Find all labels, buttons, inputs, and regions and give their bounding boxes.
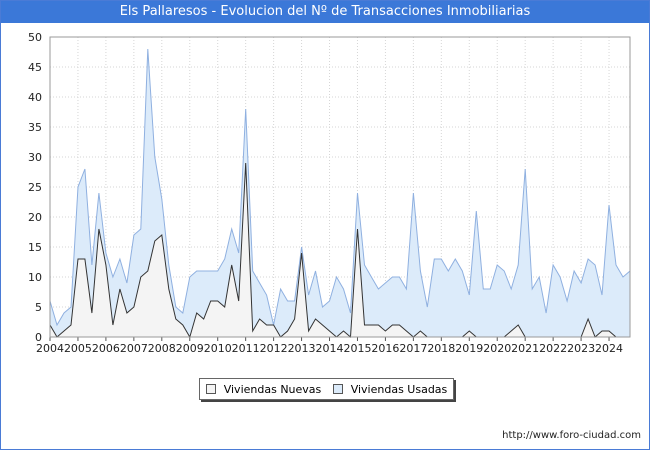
legend-swatch-usadas <box>332 384 343 394</box>
x-tick-label: 2004 <box>36 342 64 355</box>
y-tick-label: 45 <box>28 61 42 74</box>
legend-label-nuevas: Viviendas Nuevas <box>223 382 322 396</box>
y-tick-label: 10 <box>28 271 42 284</box>
x-tick-label: 2016 <box>371 342 399 355</box>
x-tick-label: 2011 <box>232 342 260 355</box>
y-tick-label: 5 <box>35 301 42 314</box>
x-tick-label: 2024 <box>595 342 623 355</box>
x-tick-label: 2023 <box>567 342 595 355</box>
x-tick-label: 2007 <box>120 342 148 355</box>
y-tick-label: 25 <box>28 181 42 194</box>
legend: Viviendas Nuevas Viviendas Usadas <box>199 378 454 400</box>
source-link[interactable]: http://www.foro-ciudad.com <box>502 430 641 441</box>
x-tick-label: 2020 <box>483 342 511 355</box>
x-tick-label: 2005 <box>64 342 92 355</box>
legend-item-usadas: Viviendas Usadas <box>332 382 448 396</box>
x-tick-label: 2009 <box>176 342 204 355</box>
x-tick-label: 2012 <box>260 342 288 355</box>
legend-item-nuevas: Viviendas Nuevas <box>205 382 322 396</box>
x-tick-label: 2021 <box>511 342 539 355</box>
y-tick-label: 30 <box>28 151 42 164</box>
x-tick-label: 2010 <box>204 342 232 355</box>
x-tick-label: 2015 <box>343 342 371 355</box>
x-tick-label: 2008 <box>148 342 176 355</box>
x-tick-label: 2014 <box>316 342 344 355</box>
y-tick-label: 20 <box>28 211 42 224</box>
x-tick-label: 2006 <box>92 342 120 355</box>
x-tick-label: 2019 <box>455 342 483 355</box>
x-tick-label: 2013 <box>288 342 316 355</box>
chart-frame: Els Pallaresos - Evolucion del Nº de Tra… <box>0 0 650 450</box>
x-tick-label: 2018 <box>427 342 455 355</box>
y-tick-label: 50 <box>28 31 42 44</box>
y-tick-label: 15 <box>28 241 42 254</box>
x-tick-label: 2022 <box>539 342 567 355</box>
x-tick-label: 2017 <box>399 342 427 355</box>
legend-label-usadas: Viviendas Usadas <box>350 382 448 396</box>
legend-swatch-nuevas <box>205 384 216 394</box>
y-tick-label: 40 <box>28 91 42 104</box>
y-tick-label: 35 <box>28 121 42 134</box>
